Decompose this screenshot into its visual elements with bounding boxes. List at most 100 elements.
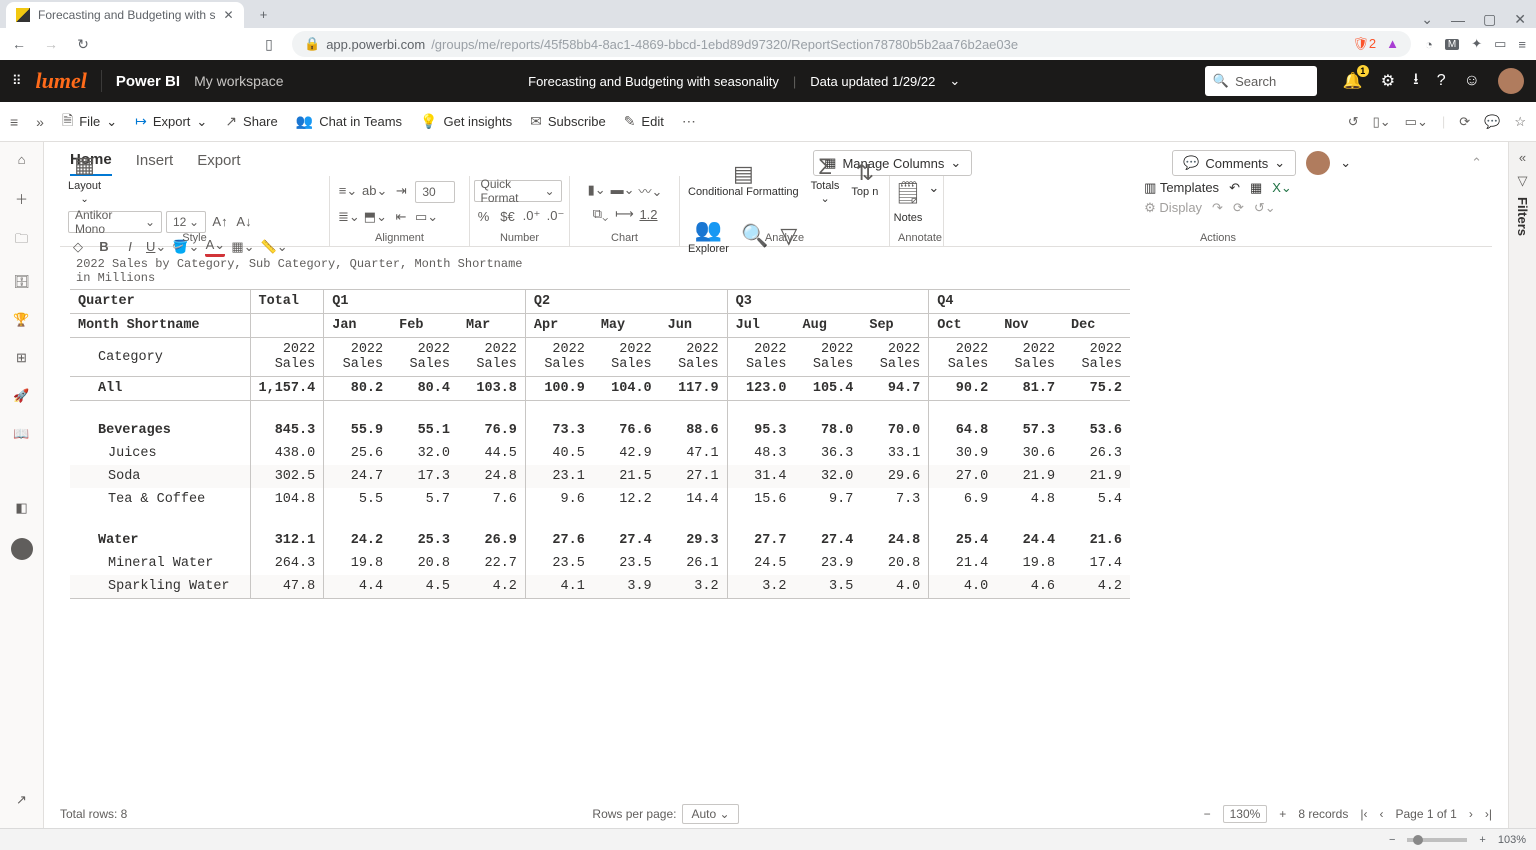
data-updated[interactable]: Data updated 1/29/22 [810,74,935,89]
table-row[interactable]: Sparkling Water47.84.44.54.24.13.93.23.2… [70,575,1130,599]
close-window-icon[interactable]: ✕ [1514,11,1526,28]
layout-icon[interactable]: ▦ [74,152,95,178]
comment-icon[interactable]: 💬 [1484,114,1500,130]
bar-chart-icon[interactable]: ▮⌄ [587,180,607,200]
expand-nav-icon[interactable]: ↗ [16,792,27,828]
number-format-select[interactable]: Quick Format⌄ [474,180,562,202]
workspace-name[interactable]: My workspace [194,73,283,89]
minimize-icon[interactable]: — [1451,12,1465,28]
zoom-value[interactable]: 130% [1223,805,1268,823]
close-tab-icon[interactable]: ✕ [223,8,233,22]
user-avatar[interactable] [1498,68,1524,94]
conditional-format-icon[interactable]: ▤ [733,161,754,187]
wrap-icon[interactable]: ab⌄ [362,181,387,201]
data-nav-icon[interactable]: 🗄 [13,274,30,290]
hdr-month[interactable]: Month Shortname [70,314,250,338]
extensions-icon[interactable]: ✦ [1471,36,1482,52]
visual-avatar[interactable] [1306,151,1330,175]
brave-logo-icon[interactable]: ▲ [1386,36,1399,52]
topn-icon[interactable]: ⇅ [856,160,874,186]
apps-nav-icon[interactable]: ⊞ [16,350,27,366]
tab-export[interactable]: Export [197,152,240,175]
zoom-out-browser[interactable]: − [1389,834,1395,846]
table-row[interactable]: Juices438.025.632.044.540.542.947.148.33… [70,442,1130,465]
sync-icon[interactable]: ⟳ [1233,200,1244,216]
ext-icon[interactable]: ◔ [1425,37,1433,52]
chat-teams-button[interactable]: 👥Chat in Teams [296,113,402,130]
notifications-icon[interactable]: 🔔 [1343,71,1363,91]
table-row[interactable]: Beverages845.355.955.176.973.376.688.695… [70,419,1130,442]
next-page-icon[interactable]: › [1469,807,1473,821]
create-nav-icon[interactable]: ＋ [15,189,28,208]
workspaces-nav-icon[interactable]: ◧ [15,500,27,516]
zoom-in-browser[interactable]: + [1479,834,1485,846]
outdent-icon[interactable]: ⇤ [391,207,411,227]
hdr-q4[interactable]: Q4 [929,290,1130,314]
goals-nav-icon[interactable]: 🏆 [13,312,29,328]
toolbar-expand-icon[interactable]: » [36,114,44,130]
rpp-select[interactable]: Auto ⌄ [682,804,738,824]
fit-icon[interactable]: ▭⌄ [415,207,438,227]
address-bar[interactable]: 🔒 app.powerbi.com/groups/me/reports/45f5… [292,31,1411,57]
tab-insert[interactable]: Insert [136,152,174,175]
export-menu[interactable]: ↦Export⌄ [135,113,207,130]
reset-icon[interactable]: ↺ [1348,114,1359,130]
font-increase-icon[interactable]: A↑ [210,212,230,232]
table-row[interactable]: Tea & Coffee104.85.55.77.69.612.214.415.… [70,488,1130,511]
toolbar-menu-icon[interactable]: ≡ [10,114,18,130]
table-row[interactable]: Soda302.524.717.324.823.121.527.131.432.… [70,465,1130,488]
comments-button[interactable]: 💬Comments⌄ [1172,150,1296,176]
help-icon[interactable]: ? [1437,72,1446,90]
reader-icon[interactable]: ▭ [1494,36,1506,52]
share-button[interactable]: ↗Share [225,113,277,130]
hdr-q2[interactable]: Q2 [525,290,727,314]
sparkline-icon[interactable]: ⧉⌄ [591,204,611,224]
refresh-icon[interactable]: ⟳ [1459,114,1470,130]
chrome-caret-icon[interactable]: ⌄ [1421,11,1433,28]
undo-icon[interactable]: ↶ [1229,180,1240,196]
favorite-icon[interactable]: ☆ [1514,114,1526,130]
apps-grid-icon[interactable]: ⠿ [12,73,22,89]
feedback-icon[interactable]: ☺ [1464,72,1480,90]
search-box[interactable]: 🔍 Search [1205,66,1317,96]
redo-icon[interactable]: ↷ [1212,200,1223,216]
first-page-icon[interactable]: |‹ [1360,807,1367,821]
reload-icon[interactable]: ↻ [74,36,92,53]
file-menu[interactable]: 🗎File⌄ [62,110,117,134]
browser-menu-icon[interactable]: ≡ [1518,37,1526,52]
bullet-icon[interactable]: ⟼ [615,204,635,224]
line-spacing[interactable]: 30 [415,181,455,203]
table-row[interactable]: Mineral Water264.319.820.822.723.523.526… [70,552,1130,575]
view-panel-icon[interactable]: ▭⌄ [1405,114,1428,130]
bookmark-panel-icon[interactable]: ▯⌄ [1373,114,1391,130]
hdr-q1[interactable]: Q1 [324,290,526,314]
brave-shield-icon[interactable]: 🛡2 [1352,36,1376,52]
indent-icon[interactable]: ⇥ [391,181,411,201]
chevron-down-icon[interactable]: ⌄ [949,73,960,89]
zoom-out-icon[interactable]: − [1204,807,1211,821]
home-nav-icon[interactable]: ⌂ [18,152,26,167]
nav-forward-icon[interactable]: → [42,36,60,52]
table-row[interactable]: All1,157.480.280.4103.8100.9104.0117.912… [70,377,1130,401]
line-chart-icon[interactable]: 〰⌄ [639,180,663,200]
number-underline-icon[interactable]: 1.2 [639,204,659,224]
browser-tab[interactable]: Forecasting and Budgeting with s ✕ [6,2,244,28]
hdr-q3[interactable]: Q3 [727,290,929,314]
templates-button[interactable]: ▥ Templates [1144,180,1219,196]
table-icon[interactable]: ▦ [1250,180,1262,196]
insights-button[interactable]: 💡Get insights [420,113,512,130]
download-icon[interactable]: ⭳ [1413,68,1419,95]
collapse-visual-icon[interactable]: ⌃ [1471,155,1482,171]
subscribe-button[interactable]: ✉Subscribe [530,113,606,130]
last-page-icon[interactable]: ›| [1485,807,1492,821]
prev-page-icon[interactable]: ‹ [1379,807,1383,821]
excel-icon[interactable]: X⌄ [1272,180,1292,196]
currency-icon[interactable]: $€ [498,206,518,226]
edit-button[interactable]: ✎Edit [624,113,664,130]
data-table[interactable]: Quarter Total Q1 Q2 Q3 Q4 Month Shortnam… [70,289,1130,599]
more-icon[interactable]: ⋯ [682,113,696,130]
valign-icon[interactable]: ≣⌄ [338,207,360,227]
table-row[interactable]: Water312.124.225.326.927.627.429.327.727… [70,529,1130,552]
nav-back-icon[interactable]: ← [10,36,28,52]
settings-icon[interactable]: ⚙ [1381,71,1395,91]
